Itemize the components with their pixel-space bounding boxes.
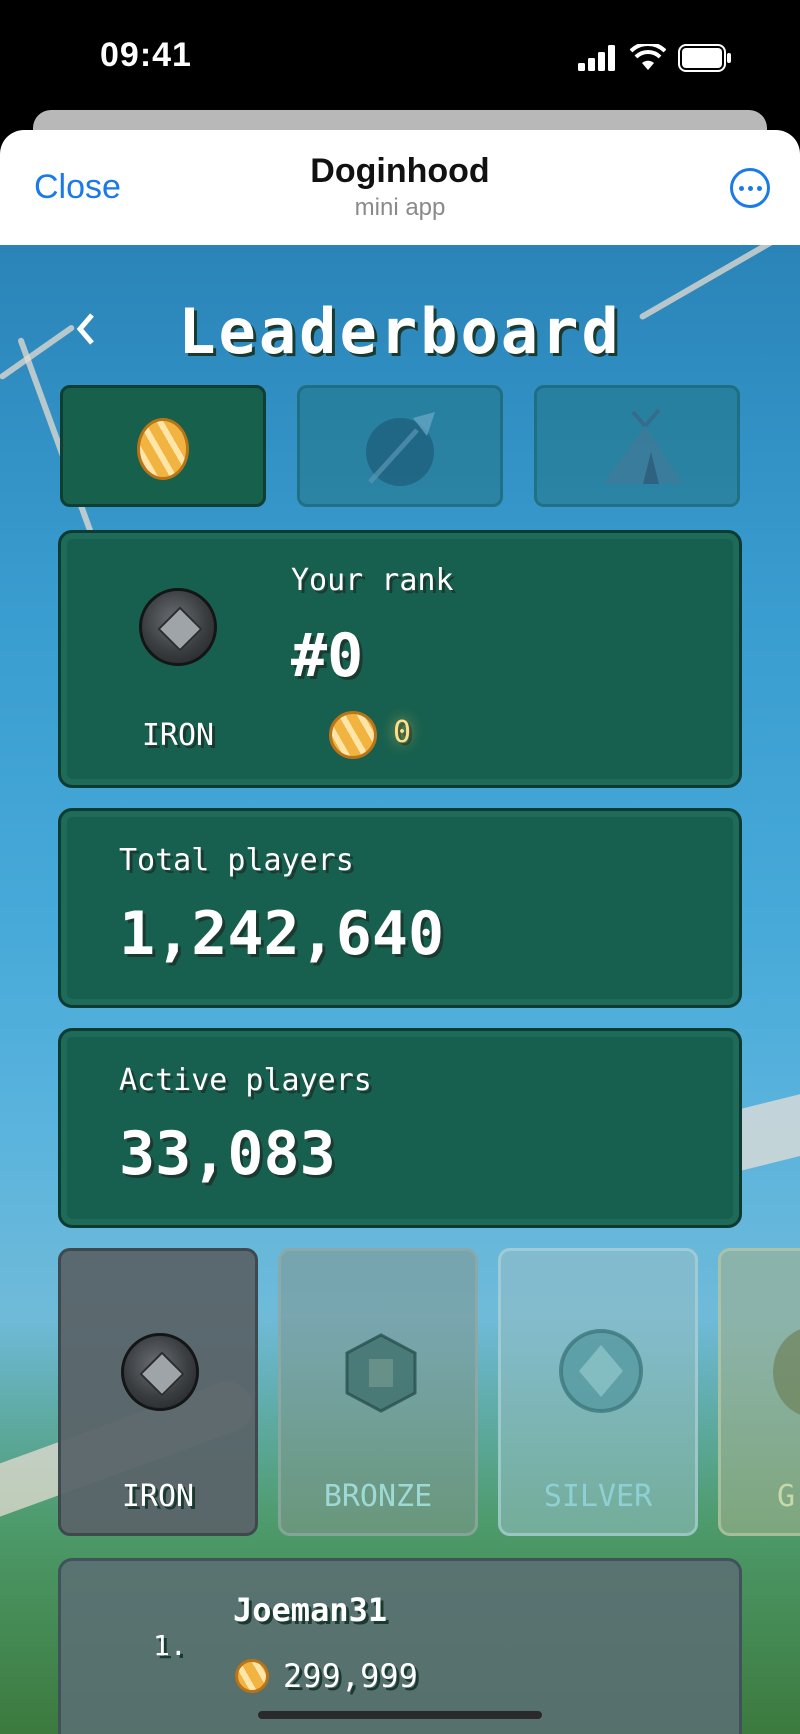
player-name: Joeman31 bbox=[233, 1591, 388, 1629]
total-players-value: 1,242,640 bbox=[119, 899, 445, 969]
league-label: IRON bbox=[121, 1479, 195, 1514]
spear-icon bbox=[366, 412, 435, 486]
mini-app-header: Close Doginhood mini app bbox=[0, 130, 800, 245]
tab-camp[interactable] bbox=[534, 385, 740, 507]
app-subtitle: mini app bbox=[354, 194, 446, 221]
player-position: 1. bbox=[153, 1629, 187, 1662]
more-options-button[interactable] bbox=[730, 168, 770, 208]
more-dot-icon bbox=[756, 185, 762, 191]
your-rank-label: Your rank bbox=[291, 563, 454, 598]
active-players-label: Active players bbox=[119, 1063, 372, 1098]
your-coins-value: 0 bbox=[393, 715, 412, 750]
home-indicator bbox=[258, 1711, 542, 1719]
league-iron[interactable]: IRON bbox=[58, 1248, 258, 1536]
status-icons bbox=[578, 44, 732, 72]
status-bar: 09:41 bbox=[0, 0, 800, 120]
wifi-icon bbox=[630, 44, 666, 70]
player-coins: 299,999 bbox=[283, 1657, 418, 1695]
league-label: BRONZE bbox=[323, 1479, 433, 1514]
iron-medal-icon bbox=[139, 588, 217, 666]
league-bronze[interactable]: BRONZE bbox=[278, 1248, 478, 1536]
iron-medal-icon bbox=[121, 1333, 199, 1411]
bronze-medal-icon bbox=[345, 1333, 417, 1413]
rank-league-label: IRON bbox=[141, 718, 215, 753]
tab-coins[interactable] bbox=[60, 385, 266, 507]
total-players-card: Total players 1,242,640 bbox=[58, 808, 742, 1008]
category-tabs bbox=[60, 385, 740, 510]
gold-medal-icon bbox=[773, 1329, 800, 1415]
tent-icon bbox=[603, 408, 683, 484]
league-silver[interactable]: SILVER bbox=[498, 1248, 698, 1536]
league-label: SILVER bbox=[543, 1479, 653, 1514]
league-selector: IRON BRONZE SILVER G bbox=[58, 1248, 800, 1538]
your-rank-card: IRON Your rank #0 0 bbox=[58, 530, 742, 788]
coin-icon bbox=[137, 418, 189, 480]
status-time: 09:41 bbox=[100, 36, 192, 74]
leaderboard-row[interactable]: 1. Joeman31 299,999 bbox=[58, 1558, 742, 1734]
tab-weapons[interactable] bbox=[297, 385, 503, 507]
silver-medal-icon bbox=[559, 1329, 643, 1413]
league-label: G bbox=[777, 1479, 796, 1514]
app-title: Doginhood bbox=[310, 152, 490, 190]
battery-icon bbox=[678, 44, 731, 72]
coin-icon bbox=[329, 711, 377, 759]
active-players-value: 33,083 bbox=[119, 1119, 336, 1189]
league-gold[interactable]: G bbox=[718, 1248, 800, 1536]
total-players-label: Total players bbox=[119, 843, 354, 878]
game-content: Leaderboard IRON Your rank #0 0 Total pl… bbox=[0, 245, 800, 1734]
signal-icon bbox=[578, 45, 615, 71]
your-rank-value: #0 bbox=[291, 621, 364, 691]
leaderboard-header: Leaderboard bbox=[0, 295, 800, 368]
active-players-card: Active players 33,083 bbox=[58, 1028, 742, 1228]
coin-icon bbox=[235, 1659, 269, 1693]
page-title: Leaderboard bbox=[178, 295, 622, 368]
more-dot-icon bbox=[747, 185, 753, 191]
more-dot-icon bbox=[738, 185, 744, 191]
